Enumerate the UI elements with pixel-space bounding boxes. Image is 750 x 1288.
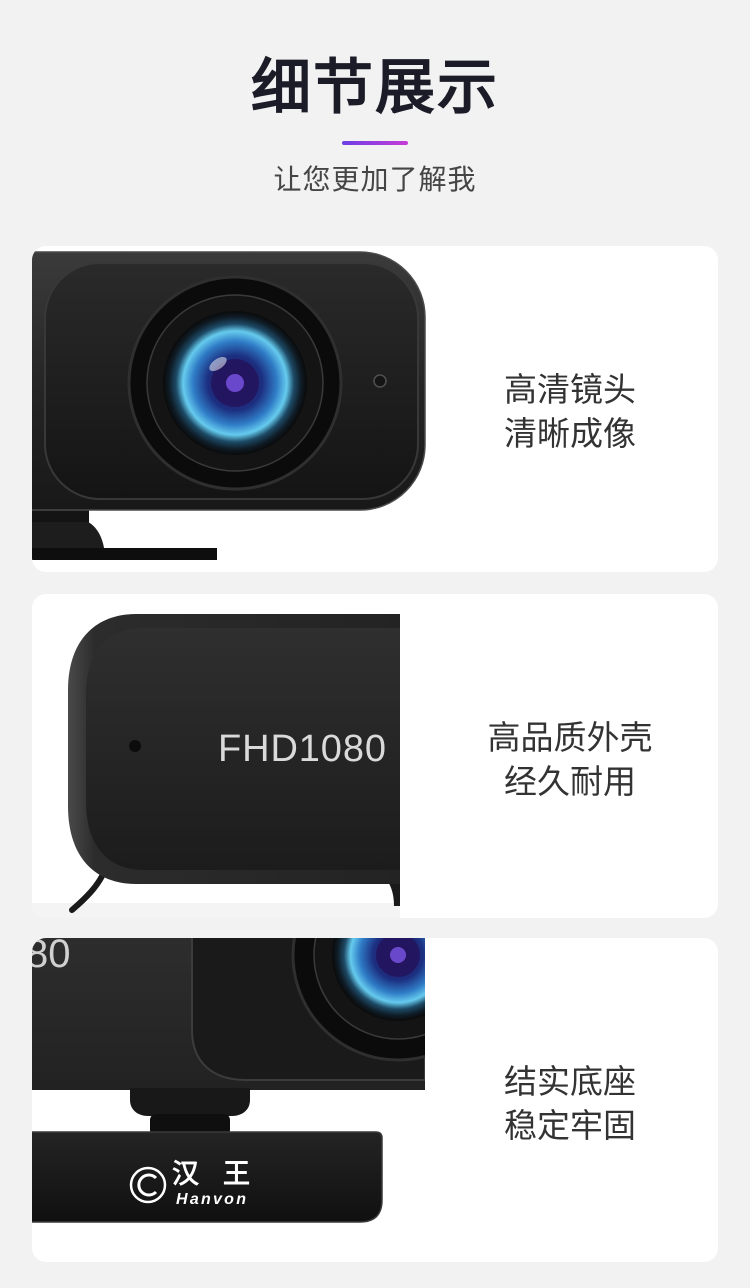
feature-detail: 稳定牢固 xyxy=(504,1106,636,1145)
feature-caption: 高清镜头 清晰成像 xyxy=(420,368,718,456)
feature-card-shell: FHD1080 高品质外壳 经久耐用 xyxy=(32,594,718,918)
image-floor xyxy=(32,903,400,918)
stand-hinge xyxy=(32,522,104,548)
stand-base xyxy=(32,548,217,560)
feature-card-base: 80 汉王 Hanvon 结实底座 稳定牢固 xyxy=(32,938,718,1262)
webcam-side-image: FHD1080 xyxy=(32,614,400,918)
feature-detail: 经久耐用 xyxy=(504,762,636,801)
lens-core xyxy=(390,947,406,963)
feature-caption: 高品质外壳 经久耐用 xyxy=(420,716,718,804)
model-print: FHD1080 xyxy=(218,728,386,770)
feature-card-lens: 高清镜头 清晰成像 xyxy=(32,246,718,572)
lens-core xyxy=(226,374,244,392)
webcam-front-image xyxy=(32,251,426,560)
microphone-hole xyxy=(129,740,141,752)
model-print-partial: 80 xyxy=(32,938,71,976)
page-subtitle: 让您更加了解我 xyxy=(273,163,477,196)
webcam-base-image: 80 汉王 Hanvon xyxy=(32,938,425,1223)
indicator-light xyxy=(373,374,387,388)
feature-detail: 清晰成像 xyxy=(504,414,636,453)
title-underline xyxy=(342,141,408,145)
page-title: 细节展示 xyxy=(251,53,499,123)
stand-base xyxy=(32,1131,383,1223)
feature-headline: 高品质外壳 xyxy=(487,718,653,757)
stand-hinge xyxy=(130,1088,250,1116)
feature-headline: 高清镜头 xyxy=(504,370,636,409)
feature-headline: 结实底座 xyxy=(504,1062,636,1101)
feature-caption: 结实底座 稳定牢固 xyxy=(420,1060,718,1148)
